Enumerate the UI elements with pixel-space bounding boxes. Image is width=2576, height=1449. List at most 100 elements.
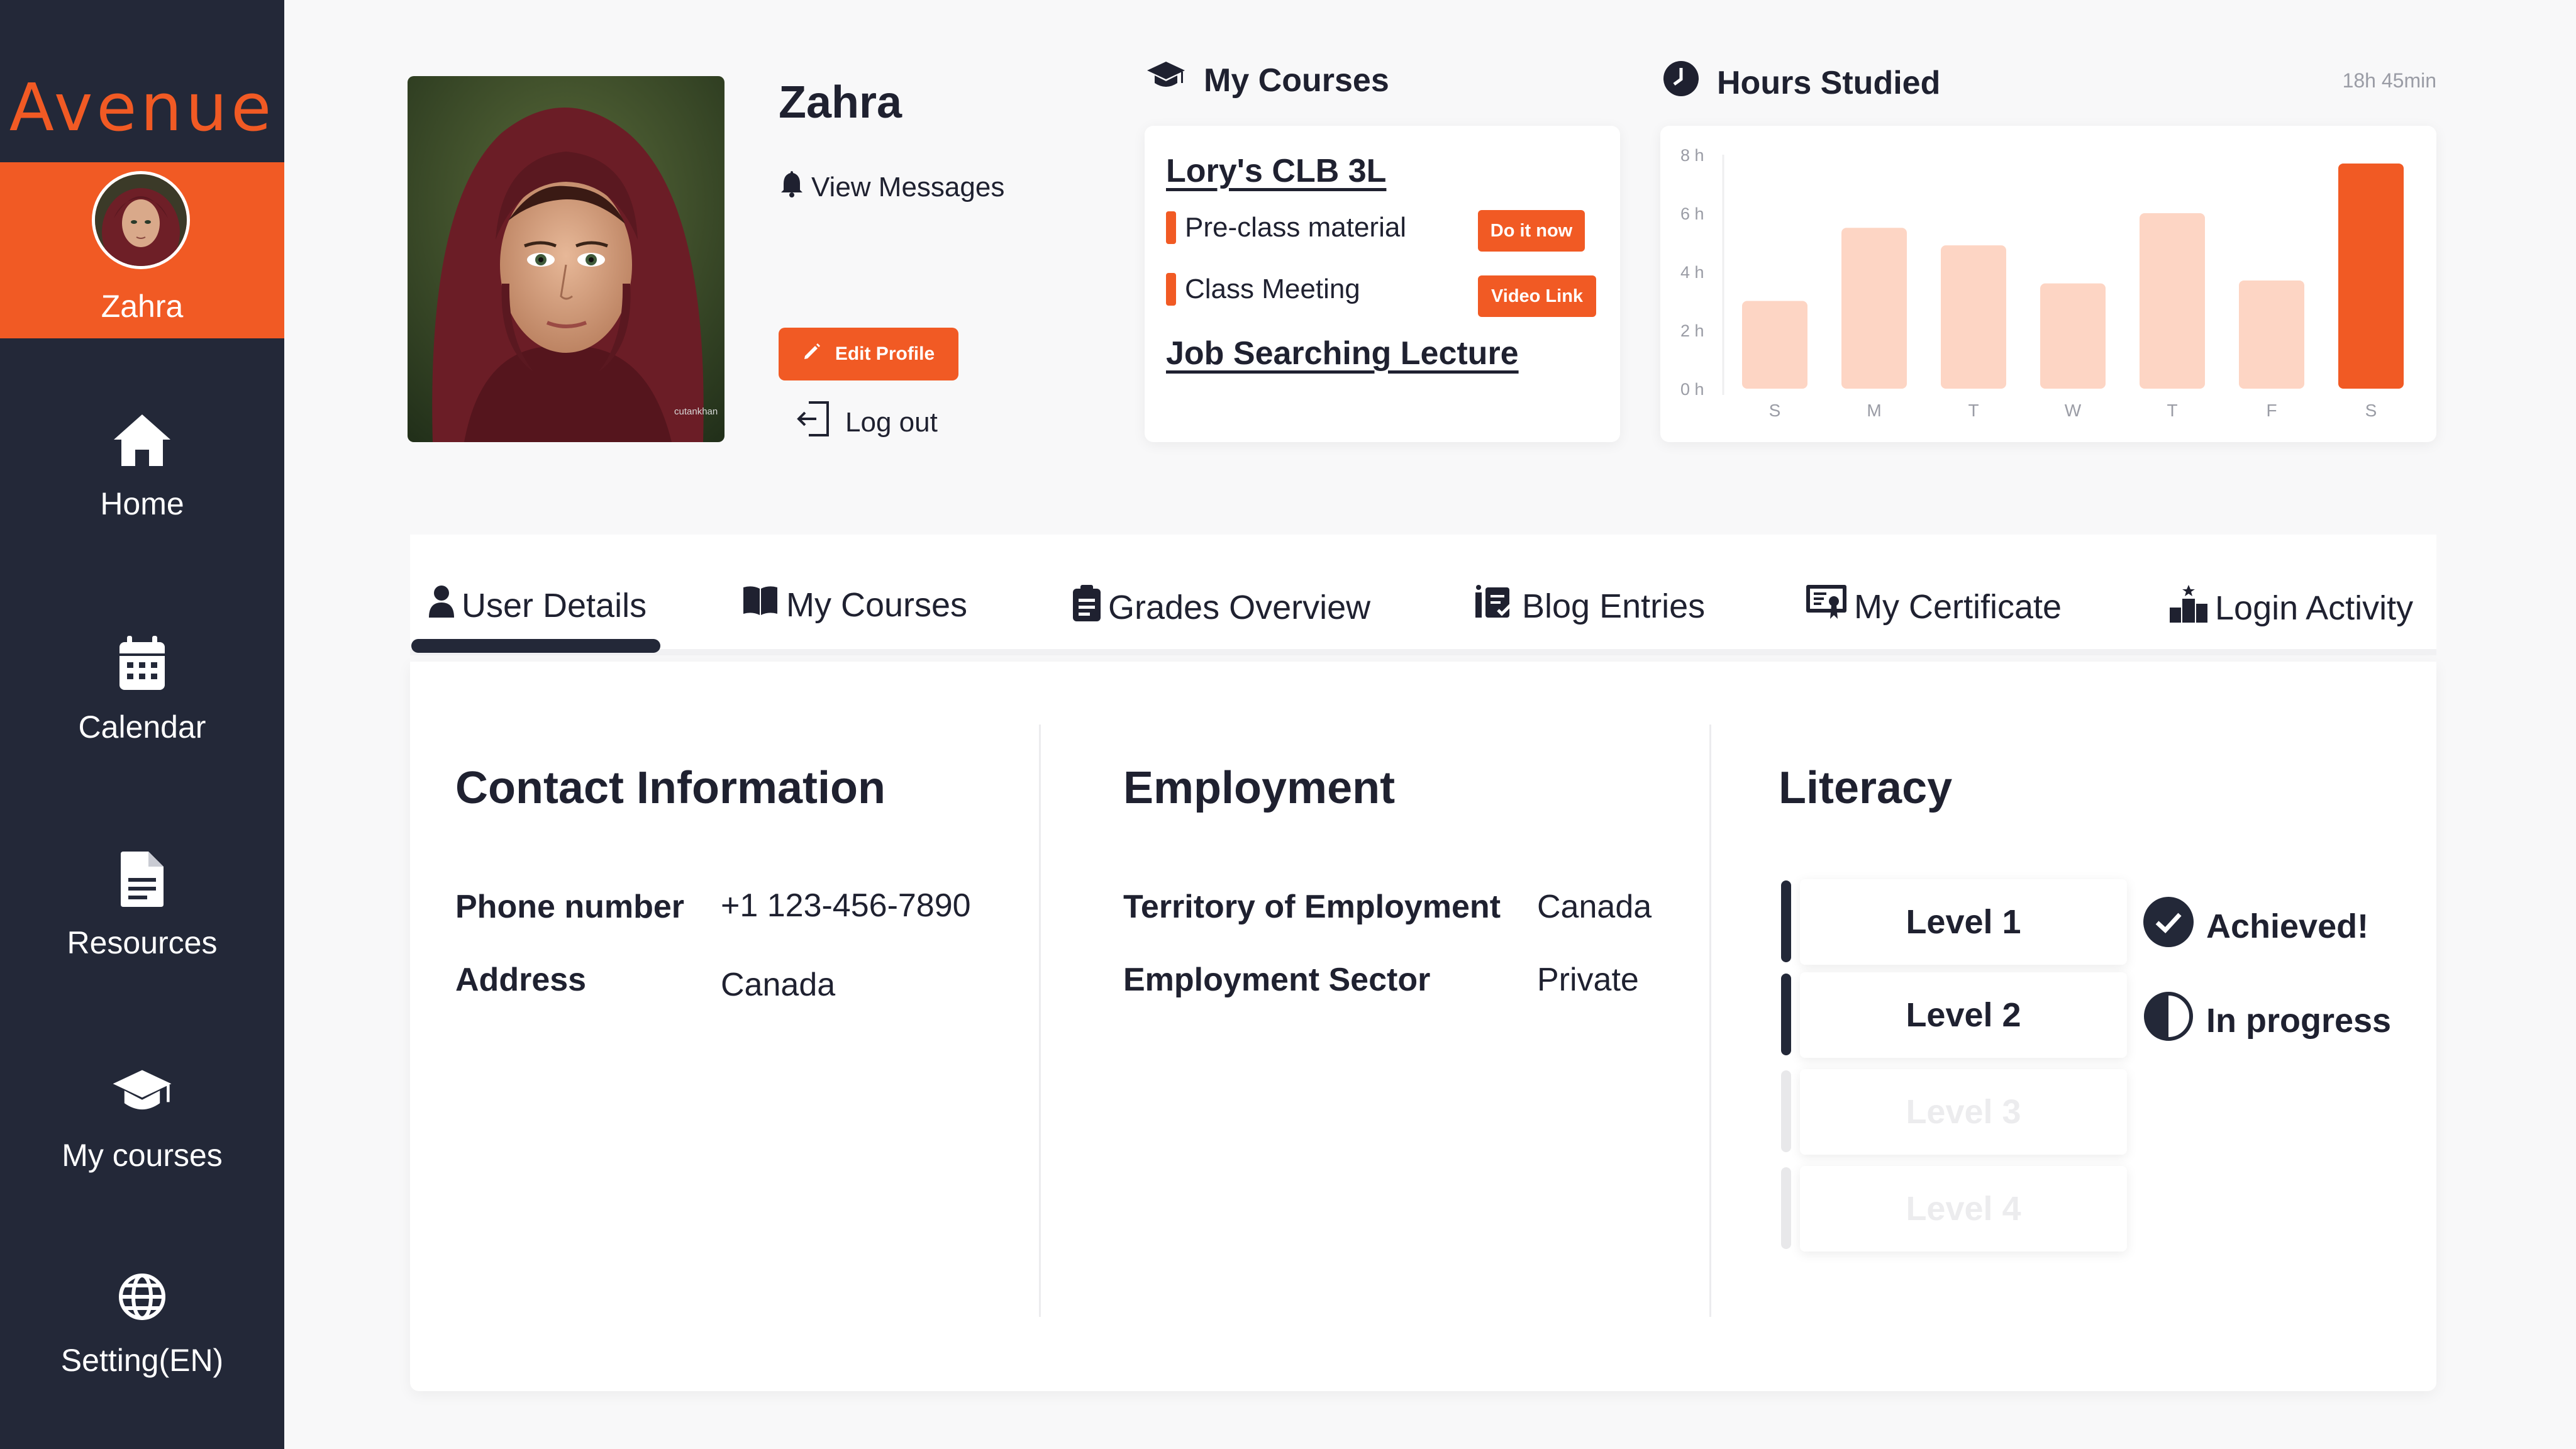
level-label: Level 4 — [1800, 1166, 2127, 1252]
photo-watermark: cutankhan — [674, 406, 718, 417]
phone-number-value: +1 123-456-7890 — [721, 887, 971, 924]
home-icon — [111, 409, 174, 472]
do-it-now-button[interactable]: Do it now — [1478, 210, 1585, 252]
level-2-status: In progress — [2143, 991, 2391, 1050]
hours-studied-header: Hours Studied — [1663, 60, 1940, 105]
y-tick-label: 6 h — [1680, 204, 1704, 223]
blog-icon — [1475, 585, 1514, 627]
sidebar-item-label: Calendar — [78, 709, 206, 745]
edit-profile-label: Edit Profile — [835, 343, 935, 364]
tab-user-details[interactable]: User Details — [429, 585, 647, 626]
level-indicator — [1781, 974, 1791, 1055]
chart-bar — [2338, 163, 2404, 389]
chart-bar — [2239, 280, 2304, 389]
x-tick-label: W — [2065, 401, 2082, 420]
sector-label: Employment Sector — [1123, 962, 1431, 998]
literacy-title: Literacy — [1779, 763, 1953, 813]
my-courses-title: My Courses — [1204, 62, 1389, 99]
sidebar-item-calendar[interactable]: Calendar — [0, 632, 284, 777]
tab-blog-entries[interactable]: Blog Entries — [1475, 585, 1705, 627]
literacy-level-3: Level 3 — [1781, 1069, 2127, 1155]
logout-button[interactable]: Log out — [796, 400, 938, 445]
level-indicator — [1781, 880, 1791, 962]
territory-value: Canada — [1537, 889, 1652, 925]
level-indicator — [1781, 1167, 1791, 1249]
tab-my-courses[interactable]: My Courses — [742, 585, 967, 625]
podium-icon — [2170, 585, 2207, 631]
chart-bar — [1841, 228, 1907, 389]
sidebar-item-resources[interactable]: Resources — [0, 848, 284, 992]
progress-pie-icon — [2143, 991, 2194, 1050]
clock-icon — [1663, 60, 1699, 105]
profile-tabs: User Details My Courses Grades Overview … — [410, 535, 2436, 655]
level-indicator — [1781, 1070, 1791, 1152]
sidebar-item-label: Home — [100, 486, 184, 521]
tab-label: Login Activity — [2215, 589, 2414, 627]
sidebar-item-my-courses[interactable]: My courses — [0, 1060, 284, 1205]
hours-chart: 0 h 2 h 4 h 6 h 8 h S M T W T F S — [1680, 146, 2404, 420]
sidebar-item-label: Setting(EN) — [60, 1343, 224, 1378]
profile-photo: cutankhan — [408, 76, 724, 442]
course-link-job-searching[interactable]: Job Searching Lecture — [1166, 335, 1519, 372]
status-label: In progress — [2206, 1001, 2392, 1040]
level-label: Level 3 — [1800, 1069, 2127, 1155]
sidebar-item-label: Resources — [67, 925, 218, 960]
user-details-panel: Contact Information Phone number +1 123-… — [410, 662, 2436, 1391]
view-messages-label: View Messages — [811, 171, 1005, 203]
level-label: Level 2 — [1800, 972, 2127, 1058]
status-bar — [1166, 273, 1176, 306]
hours-studied-card: 0 h 2 h 4 h 6 h 8 h S M T W T F S — [1660, 126, 2436, 442]
course-item-label: Pre-class material — [1185, 212, 1407, 243]
hours-studied-title: Hours Studied — [1717, 64, 1941, 101]
x-tick-label: T — [2167, 401, 2177, 420]
y-tick-label: 2 h — [1680, 321, 1704, 340]
territory-label: Territory of Employment — [1123, 889, 1501, 925]
certificate-icon — [1806, 585, 1846, 628]
bell-icon — [781, 170, 802, 204]
tab-label: My Courses — [786, 586, 968, 624]
tab-grades-overview[interactable]: Grades Overview — [1073, 585, 1370, 630]
course-link-lorys-clb[interactable]: Lory's CLB 3L — [1166, 152, 1386, 190]
sidebar-profile[interactable]: Zahra — [0, 162, 284, 338]
x-tick-label: S — [2365, 401, 2377, 420]
column-divider — [1039, 724, 1041, 1317]
tab-my-certificate[interactable]: My Certificate — [1806, 585, 2062, 628]
x-tick-label: F — [2266, 401, 2277, 420]
edit-profile-button[interactable]: Edit Profile — [779, 328, 958, 380]
tab-label: Blog Entries — [1522, 587, 1706, 625]
column-divider — [1709, 724, 1711, 1317]
video-link-button[interactable]: Video Link — [1478, 275, 1596, 317]
address-value: Canada — [721, 967, 836, 1003]
x-tick-label: S — [1769, 401, 1781, 420]
literacy-level-1[interactable]: Level 1 — [1781, 879, 2127, 965]
total-hours-value: 18h 45min — [2342, 69, 2436, 92]
chart-bar — [1742, 301, 1807, 389]
course-item-pre-class: Pre-class material — [1166, 211, 1406, 244]
status-bar — [1166, 211, 1176, 244]
contact-information-title: Contact Information — [455, 763, 886, 813]
literacy-level-2[interactable]: Level 2 — [1781, 972, 2127, 1058]
graduation-cap-icon — [1146, 60, 1186, 100]
y-tick-label: 0 h — [1680, 380, 1704, 399]
employment-title: Employment — [1123, 763, 1396, 813]
level-label: Level 1 — [1800, 879, 2127, 965]
sidebar-user-name: Zahra — [101, 289, 184, 324]
tab-label: User Details — [462, 586, 647, 625]
globe-icon — [111, 1265, 174, 1328]
sidebar-item-home[interactable]: Home — [0, 409, 284, 553]
app-logo[interactable]: Avenue — [0, 69, 284, 146]
sidebar-item-label: My courses — [62, 1138, 223, 1173]
sidebar: Avenue Zahra Home Calendar Resources My … — [0, 0, 284, 1449]
view-messages-link[interactable]: View Messages — [781, 170, 1004, 204]
phone-number-label: Phone number — [455, 889, 685, 925]
sector-value: Private — [1537, 962, 1639, 998]
course-item-label: Class Meeting — [1185, 274, 1360, 304]
tab-login-activity[interactable]: Login Activity — [2170, 585, 2413, 631]
profile-name: Zahra — [779, 77, 902, 128]
document-icon — [111, 848, 174, 911]
sidebar-item-setting[interactable]: Setting(EN) — [0, 1265, 284, 1410]
avatar — [92, 171, 190, 269]
my-courses-header: My Courses — [1146, 60, 1389, 100]
logout-icon — [796, 400, 831, 445]
graduation-cap-icon — [111, 1060, 174, 1123]
